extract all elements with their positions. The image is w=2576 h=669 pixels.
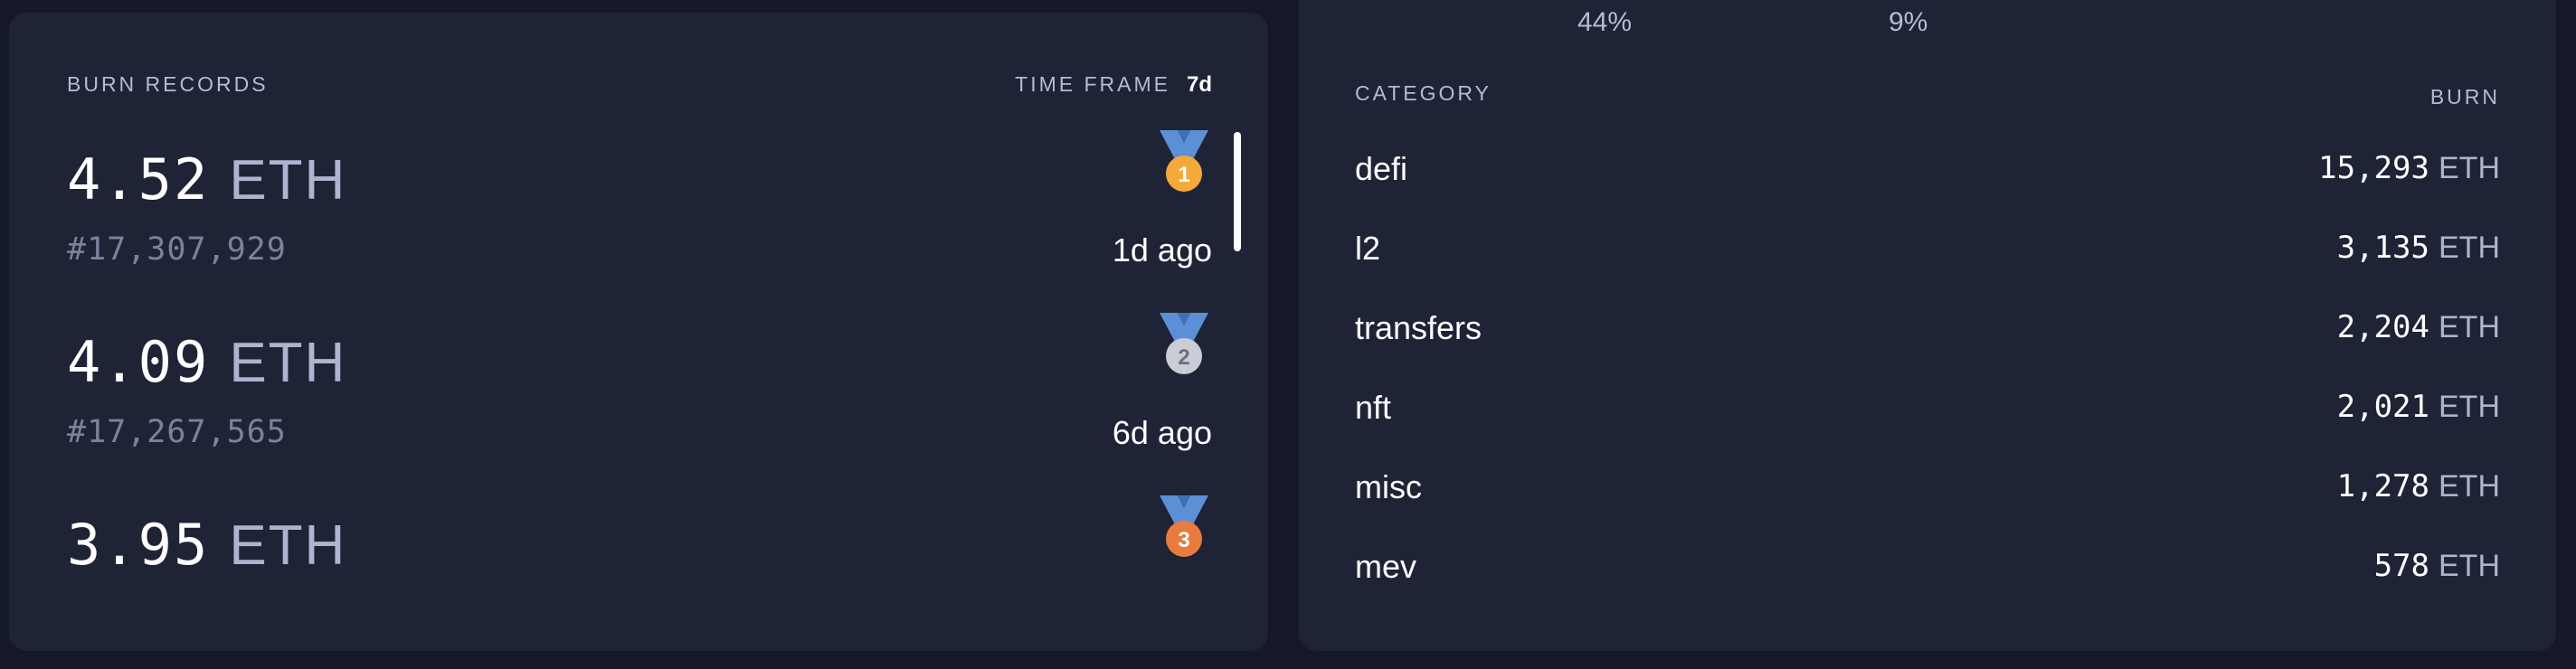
category-unit: ETH	[2439, 151, 2500, 185]
category-unit: ETH	[2439, 390, 2500, 424]
medal-rank: 3	[1178, 528, 1189, 552]
medal-rank: 1	[1178, 163, 1189, 187]
burn-amount: 4.09	[67, 329, 210, 395]
category-unit: ETH	[2439, 469, 2500, 504]
time-frame-value[interactable]: 7d	[1187, 72, 1212, 98]
category-burn: 1,278	[2336, 468, 2429, 504]
time-ago: 6d ago	[1112, 414, 1212, 451]
category-unit: ETH	[2439, 310, 2500, 344]
burn-amount: 4.52	[67, 146, 210, 212]
burn-records-title: BURN RECORDS	[67, 72, 269, 96]
medal-rank: 2	[1178, 345, 1189, 370]
category-unit: ETH	[2439, 549, 2500, 583]
burn-categories-panel: 44% 9% CATEGORY BURN defi 15,293 ETH l2 3…	[1299, 0, 2556, 651]
time-frame-toggle[interactable]: TIME FRAME 7d	[1015, 72, 1212, 98]
category-row[interactable]: mev 578 ETH	[1355, 548, 2500, 602]
category-row[interactable]: transfers 2,204 ETH	[1355, 309, 2500, 363]
silver-medal-icon: 2	[1160, 313, 1208, 374]
burn-amount: 3.95	[67, 512, 210, 578]
scrollbar-thumb[interactable]	[1234, 132, 1241, 251]
category-burn: 2,021	[2336, 389, 2429, 425]
block-number-link[interactable]: #17,267,565	[67, 414, 287, 450]
category-name: misc	[1355, 468, 1422, 505]
category-name: defi	[1355, 150, 1408, 187]
category-name: mev	[1355, 548, 1417, 585]
burn-record[interactable]: 4.52 ETH #17,307,929 1d ago 1	[67, 130, 1212, 291]
burn-column-header: BURN	[2429, 85, 2500, 108]
burn-unit: ETH	[229, 514, 347, 577]
category-percentage: 44%	[1577, 7, 1633, 37]
gold-medal-icon: 1	[1160, 130, 1208, 192]
block-number-link[interactable]: #17,307,929	[67, 231, 287, 268]
category-percentage: 9%	[1889, 7, 1928, 37]
time-ago: 1d ago	[1112, 231, 1212, 269]
category-name: nft	[1355, 389, 1392, 426]
burn-unit: ETH	[229, 332, 347, 394]
category-row[interactable]: nft 2,021 ETH	[1355, 389, 2500, 443]
category-row[interactable]: defi 15,293 ETH	[1355, 150, 2500, 204]
category-burn: 578	[2373, 548, 2429, 584]
category-burn: 3,135	[2336, 230, 2429, 266]
category-unit: ETH	[2439, 231, 2500, 265]
category-burn: 15,293	[2318, 150, 2429, 186]
time-frame-label: TIME FRAME	[1015, 72, 1170, 96]
category-burn: 2,204	[2336, 309, 2429, 345]
burn-unit: ETH	[229, 149, 347, 212]
burn-records-panel: BURN RECORDS TIME FRAME 7d 4.52 ETH #17,…	[9, 13, 1268, 651]
burn-record[interactable]: 4.09 ETH #17,267,565 6d ago 2	[67, 313, 1212, 474]
category-column-header: CATEGORY	[1355, 81, 1492, 105]
category-name: transfers	[1355, 309, 1482, 346]
bronze-medal-icon: 3	[1160, 495, 1208, 557]
category-row[interactable]: misc 1,278 ETH	[1355, 468, 2500, 523]
burn-record[interactable]: 3.95 ETH 3	[67, 495, 1212, 656]
category-name: l2	[1355, 230, 1381, 267]
category-row[interactable]: l2 3,135 ETH	[1355, 230, 2500, 284]
